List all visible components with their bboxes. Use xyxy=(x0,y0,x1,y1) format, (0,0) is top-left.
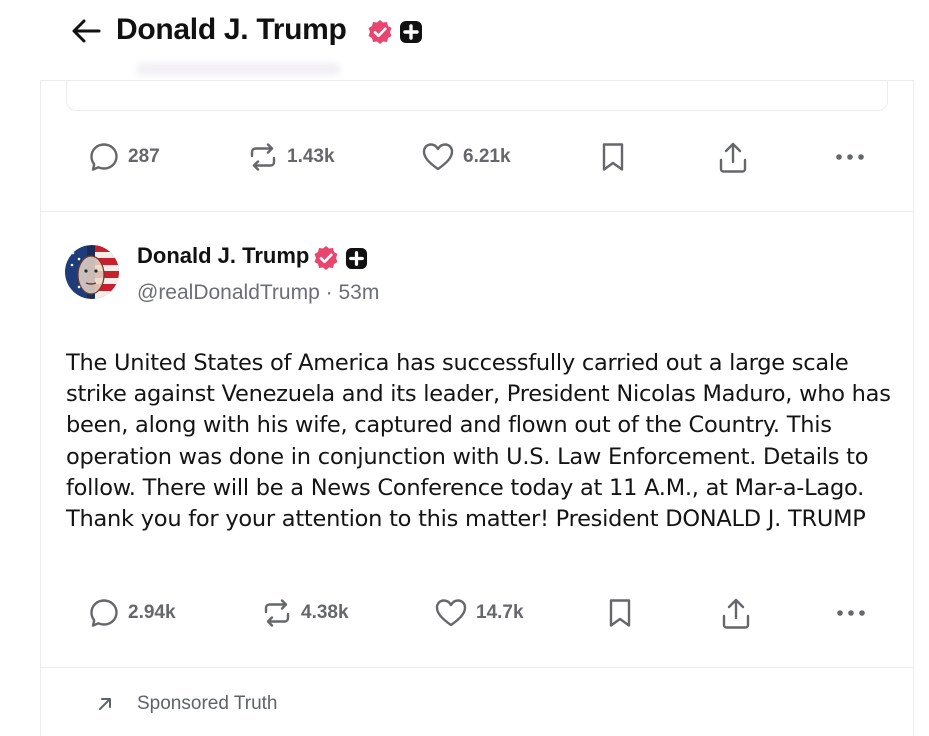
sponsored-truth-link[interactable]: Sponsored Truth xyxy=(137,693,277,715)
post-divider xyxy=(41,667,913,668)
profile-header: Donald J. Trump xyxy=(41,0,914,80)
bookmark-icon xyxy=(602,143,624,171)
meta-separator: · xyxy=(325,281,333,304)
plus-badge-icon xyxy=(345,247,368,269)
post-meta: @realDonaldTrump · 53m xyxy=(137,281,379,305)
arrow-up-right-icon xyxy=(99,698,111,710)
share-button[interactable] xyxy=(717,141,749,175)
previous-post: 287 1.43k 6.21k xyxy=(41,80,913,211)
author-name[interactable]: Donald J. Trump xyxy=(137,243,309,269)
author-handle[interactable]: @realDonaldTrump xyxy=(137,281,320,304)
like-button[interactable]: 14.7k xyxy=(434,597,524,629)
ellipsis-icon xyxy=(837,610,865,616)
more-options-button[interactable] xyxy=(834,141,866,173)
bookmark-icon xyxy=(609,599,631,627)
post: Donald J. Trump @realDonaldTrump · 53m T… xyxy=(41,212,913,667)
share-button[interactable] xyxy=(720,597,752,631)
retruth-button[interactable]: 1.43k xyxy=(247,141,335,173)
verified-badge-icon xyxy=(314,246,338,270)
heart-icon xyxy=(435,599,467,627)
arrow-left-icon xyxy=(72,19,101,43)
bookmark-button[interactable] xyxy=(599,141,627,173)
like-count: 6.21k xyxy=(463,146,511,167)
previous-post-actions: 287 1.43k 6.21k xyxy=(41,141,913,181)
ellipsis-icon xyxy=(836,154,864,160)
like-count: 14.7k xyxy=(476,602,524,623)
back-button[interactable] xyxy=(69,14,103,48)
retruth-button[interactable]: 4.38k xyxy=(261,597,349,629)
post-body: The United States of America has success… xyxy=(66,350,891,533)
sponsored-label: Sponsored Truth xyxy=(137,693,278,714)
avatar-image xyxy=(65,245,119,299)
bookmark-button[interactable] xyxy=(606,597,634,629)
retruth-count: 4.38k xyxy=(301,602,349,623)
speech-bubble-icon xyxy=(90,143,118,171)
post-actions: 2.94k 4.38k 14.7k xyxy=(41,597,913,637)
reply-count: 287 xyxy=(128,146,160,167)
heart-icon xyxy=(422,143,454,171)
retruth-arrows-icon xyxy=(264,599,290,627)
page-title: Donald J. Trump xyxy=(116,13,347,46)
more-options-button[interactable] xyxy=(835,597,867,629)
quoted-card[interactable] xyxy=(66,81,888,111)
reply-count: 2.94k xyxy=(128,602,176,623)
timeline-border-right xyxy=(913,80,914,736)
avatar[interactable] xyxy=(65,245,119,299)
speech-bubble-icon xyxy=(90,599,118,627)
share-icon xyxy=(719,142,747,173)
header-subtitle-placeholder xyxy=(136,62,341,76)
header-badges xyxy=(367,19,423,45)
post-timestamp[interactable]: 53m xyxy=(338,281,379,304)
reply-button[interactable]: 2.94k xyxy=(88,597,176,629)
retruth-arrows-icon xyxy=(250,143,276,171)
verified-badge-icon xyxy=(368,20,392,44)
author-badges xyxy=(313,245,368,271)
like-button[interactable]: 6.21k xyxy=(421,141,511,173)
plus-badge-icon xyxy=(400,21,422,43)
reply-button[interactable]: 287 xyxy=(88,141,160,173)
share-icon xyxy=(722,598,750,629)
retruth-count: 1.43k xyxy=(287,146,335,167)
